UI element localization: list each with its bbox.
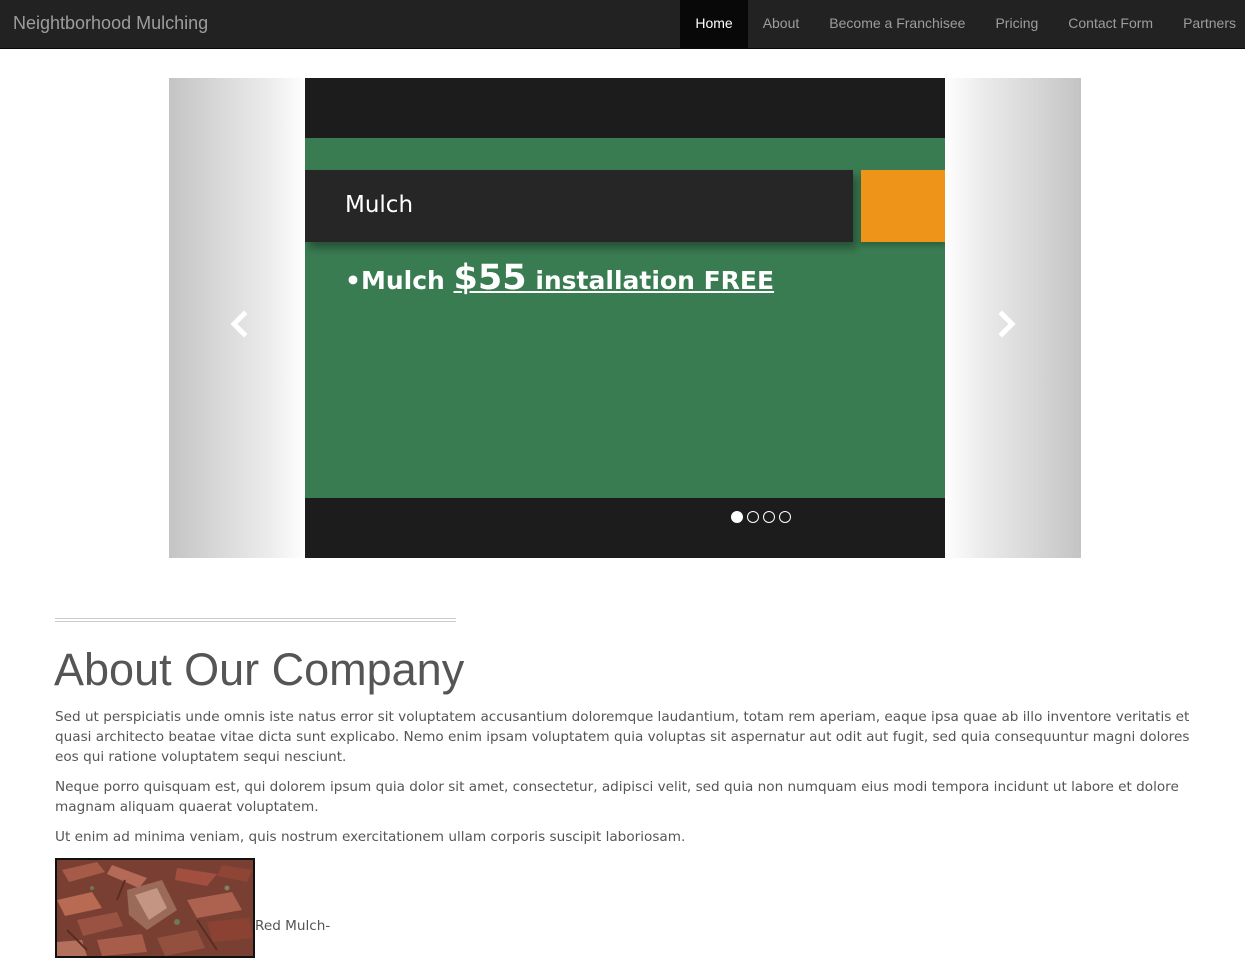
promo-carousel: Mulch •Mulch $55 installation FREE bbox=[169, 78, 1081, 558]
nav-item-partners[interactable]: Partners bbox=[1168, 0, 1245, 48]
carousel-indicator-4[interactable] bbox=[779, 511, 791, 523]
nav-item-about[interactable]: About bbox=[748, 0, 815, 48]
chevron-left-icon[interactable] bbox=[227, 306, 251, 342]
slide-title-bar: Mulch bbox=[305, 170, 853, 242]
carousel-slide: Mulch •Mulch $55 installation FREE bbox=[305, 78, 945, 558]
slide-price: $55 bbox=[453, 258, 527, 298]
slide-content-panel: Mulch •Mulch $55 installation FREE bbox=[305, 138, 945, 498]
carousel-indicator-2[interactable] bbox=[747, 511, 759, 523]
about-heading: About Our Company bbox=[54, 644, 465, 695]
nav-item-pricing[interactable]: Pricing bbox=[980, 0, 1053, 48]
carousel-indicator-1[interactable] bbox=[731, 511, 743, 523]
red-mulch-caption: Red Mulch- bbox=[255, 918, 331, 934]
brand-link[interactable]: Neightborhood Mulching bbox=[13, 0, 208, 48]
about-paragraph-2: Neque porro quisquam est, qui dolorem ip… bbox=[55, 779, 1179, 815]
chevron-right-icon[interactable] bbox=[995, 306, 1019, 342]
section-divider bbox=[55, 618, 456, 622]
slide-offer-prefix: •Mulch bbox=[345, 266, 454, 295]
about-paragraph-1: Sed ut perspiciatis unde omnis iste natu… bbox=[55, 709, 1190, 765]
slide-offer-suffix: installation FREE bbox=[526, 266, 775, 295]
nav-item-contact-form[interactable]: Contact Form bbox=[1053, 0, 1168, 48]
carousel-indicator-3[interactable] bbox=[763, 511, 775, 523]
nav-item-home[interactable]: Home bbox=[680, 0, 748, 48]
nav-item-become-a-franchisee[interactable]: Become a Franchisee bbox=[814, 0, 980, 48]
carousel-indicators bbox=[731, 511, 791, 523]
about-paragraph-3: Ut enim ad minima veniam, quis nostrum e… bbox=[55, 829, 686, 845]
slide-offer-link[interactable]: $55 installation FREE bbox=[454, 258, 775, 298]
main-nav: Home About Become a Franchisee Pricing C… bbox=[680, 0, 1245, 48]
slide-accent-block bbox=[861, 170, 945, 242]
slide-offer-text: •Mulch $55 installation FREE bbox=[345, 258, 774, 298]
red-mulch-image bbox=[55, 858, 255, 958]
top-navbar: Neightborhood Mulching Home About Become… bbox=[0, 0, 1245, 49]
slide-title: Mulch bbox=[345, 192, 414, 218]
